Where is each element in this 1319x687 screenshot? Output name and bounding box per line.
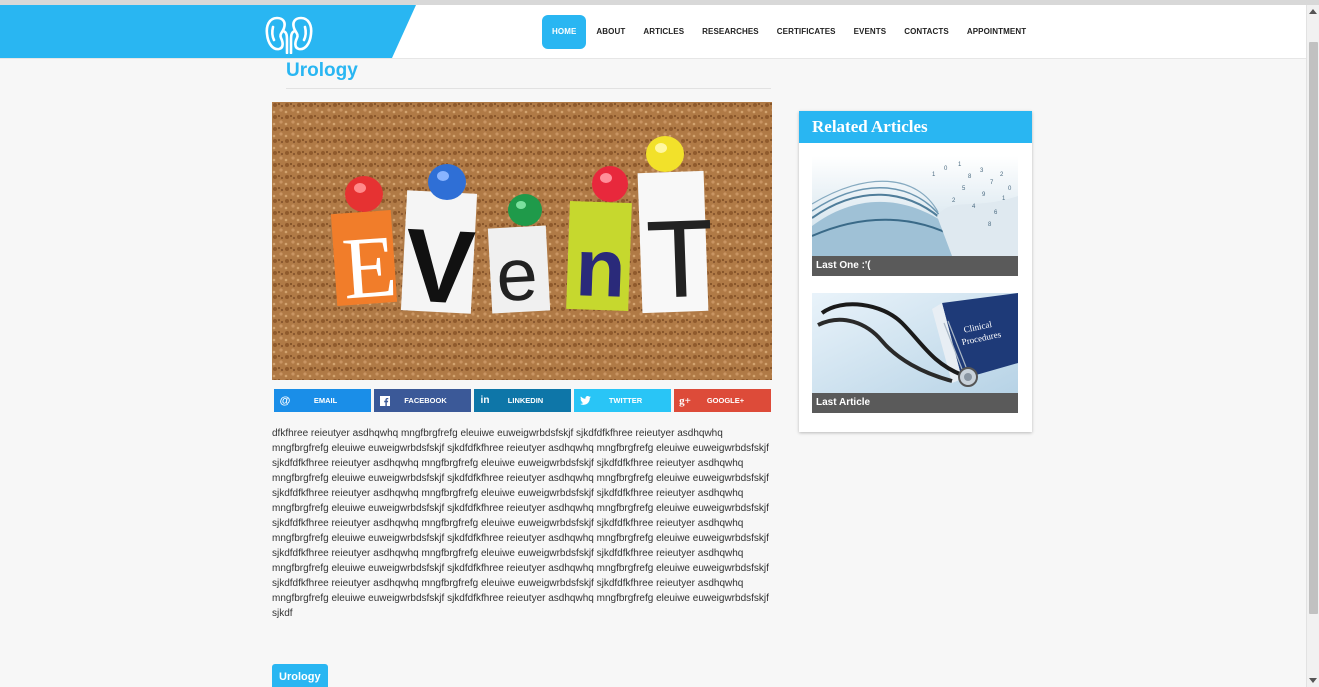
nav-home[interactable]: HOME — [542, 15, 587, 49]
google-plus-icon: g+ — [679, 394, 691, 407]
open-book-image: 101 837 259 146 028 — [812, 156, 1018, 256]
site-header: HOME ABOUT ARTICLES RESEARCHES CERTIFICA… — [0, 5, 1306, 59]
share-twitter-label: TWITTER — [608, 396, 643, 405]
share-facebook-label: FACEBOOK — [404, 396, 447, 405]
svg-text:n: n — [574, 222, 627, 315]
nav-about[interactable]: ABOUT — [587, 15, 634, 49]
nav-events[interactable]: EVENTS — [845, 15, 896, 49]
share-linkedin-label: LINKEDIN — [507, 396, 544, 405]
share-email-button[interactable]: @ EMAIL — [274, 389, 371, 412]
kidneys-icon[interactable] — [263, 14, 315, 54]
title-divider — [286, 88, 771, 89]
share-email-label: EMAIL — [313, 396, 338, 405]
linkedin-icon: in — [480, 395, 490, 406]
scroll-thumb[interactable] — [1309, 42, 1318, 614]
share-twitter-button[interactable]: TWITTER — [574, 389, 671, 412]
share-bar: @ EMAIL FACEBOOK in LINKEDIN TWITTER g+ … — [274, 389, 774, 412]
svg-text:T: T — [644, 197, 715, 322]
page-scrollbar[interactable] — [1306, 5, 1319, 687]
related-article-card[interactable]: Clinical Procedures Last Article — [812, 293, 1018, 413]
share-google-plus-label: GOOGLE+ — [706, 396, 745, 405]
nav-articles[interactable]: ARTICLES — [634, 15, 693, 49]
nav-appointment[interactable]: APPOINTMENT — [958, 15, 1035, 49]
share-linkedin-button[interactable]: in LINKEDIN — [474, 389, 571, 412]
related-articles-heading: Related Articles — [799, 111, 1032, 143]
main-nav: HOME ABOUT ARTICLES RESEARCHES CERTIFICA… — [542, 15, 1035, 49]
twitter-icon — [574, 389, 596, 412]
scroll-down-arrow-icon[interactable] — [1309, 678, 1317, 683]
svg-text:V: V — [402, 207, 477, 326]
article-body: dfkfhree reieutyer asdhqwhq mngfbrgfrefg… — [272, 428, 769, 619]
stethoscope-image: Clinical Procedures — [812, 293, 1018, 393]
related-article-card[interactable]: 101 837 259 146 028 Last One :'( — [812, 156, 1018, 276]
nav-contacts[interactable]: CONTACTS — [895, 15, 958, 49]
share-google-plus-button[interactable]: g+ GOOGLE+ — [674, 389, 771, 412]
related-article-title[interactable]: Last One :'( — [812, 256, 1018, 276]
page-title: Urology — [286, 60, 358, 81]
brand-banner — [0, 5, 416, 58]
svg-text:E: E — [339, 218, 399, 319]
category-tag[interactable]: Urology — [272, 664, 328, 687]
facebook-icon — [374, 389, 396, 412]
share-facebook-button[interactable]: FACEBOOK — [374, 389, 471, 412]
related-articles-panel: Related Articles 101 837 259 146 028 Las… — [799, 111, 1032, 432]
at-icon: @ — [279, 394, 291, 407]
nav-certificates[interactable]: CERTIFICATES — [768, 15, 845, 49]
scroll-up-arrow-icon[interactable] — [1309, 9, 1317, 14]
nav-researches[interactable]: RESEARCHES — [693, 15, 768, 49]
event-corkboard-image: E V e n T — [272, 102, 772, 380]
svg-text:e: e — [494, 232, 539, 317]
related-article-title[interactable]: Last Article — [812, 393, 1018, 413]
